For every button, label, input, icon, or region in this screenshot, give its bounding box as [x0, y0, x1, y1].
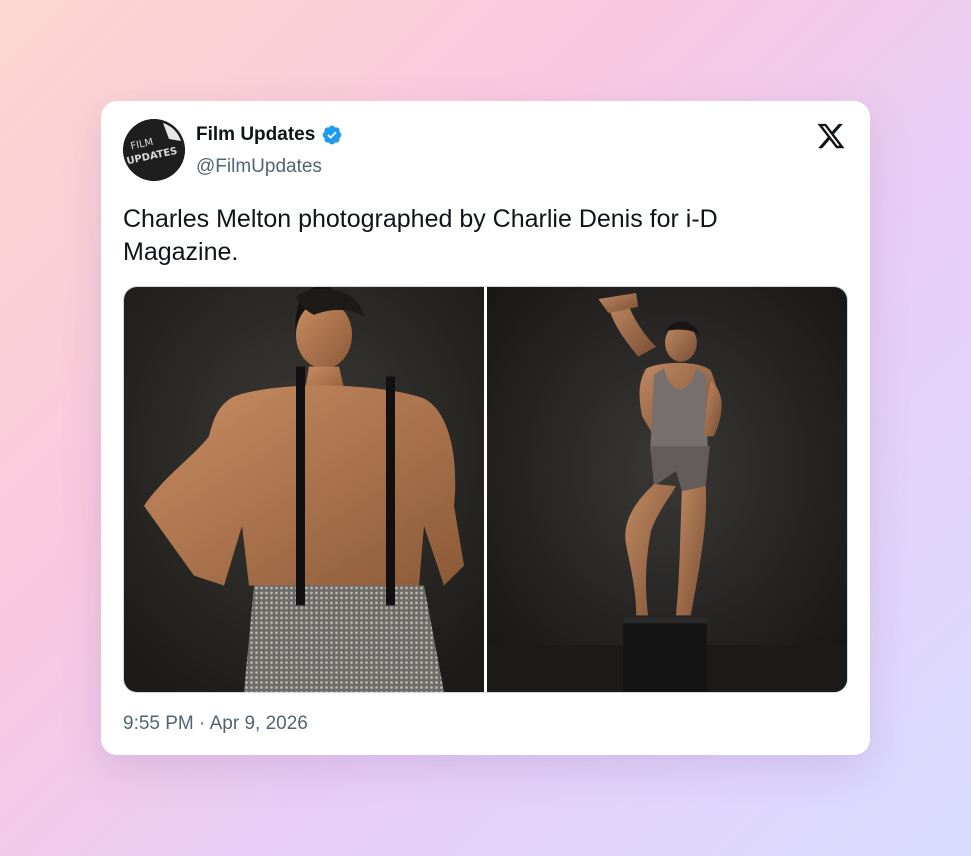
photo-2-image [487, 287, 847, 692]
display-name[interactable]: Film Updates [196, 124, 315, 146]
handle[interactable]: @FilmUpdates [196, 156, 322, 178]
film-updates-logo: FILM UPDATES [123, 119, 185, 181]
x-logo-icon[interactable] [816, 121, 846, 151]
timestamp[interactable]: 9:55 PM · Apr 9, 2026 [123, 713, 308, 735]
avatar[interactable]: FILM UPDATES [123, 119, 185, 181]
photo-1[interactable] [124, 287, 484, 692]
tweet-text: Charles Melton photographed by Charlie D… [123, 205, 718, 266]
tweet-card: FILM UPDATES Film Updates @FilmUpdates C… [101, 101, 870, 755]
photo-1-image [124, 287, 484, 692]
media-grid [123, 286, 848, 693]
name-row: Film Updates [196, 124, 343, 146]
verified-badge-icon [322, 125, 342, 145]
photo-2[interactable] [487, 287, 847, 692]
